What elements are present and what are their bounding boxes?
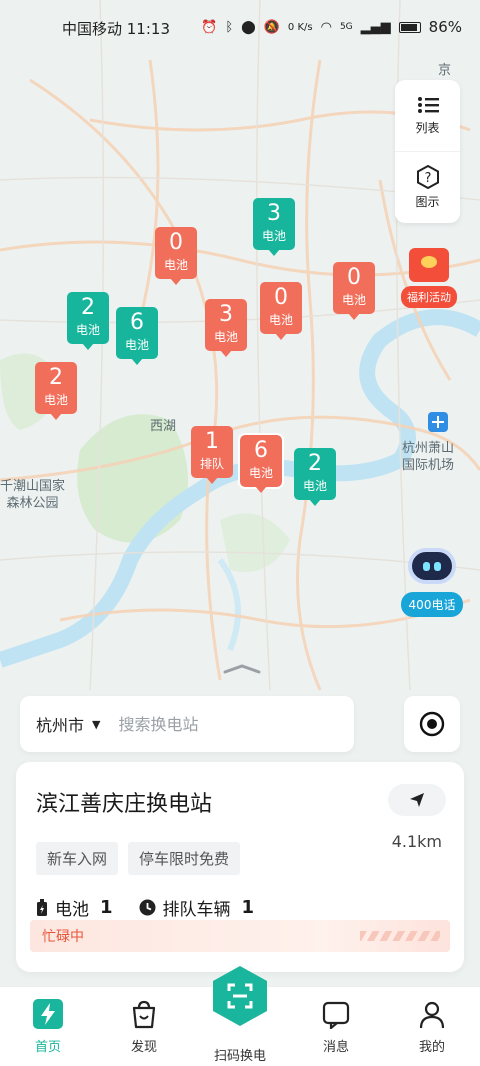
status-text: 忙碌中	[42, 929, 84, 945]
station-pin[interactable]: 0 电池	[260, 282, 302, 340]
tab-messages[interactable]: 消息	[288, 987, 384, 1066]
map-label-forest-park: 千潮山国家 森林公园	[0, 479, 66, 511]
station-pin-selected[interactable]: 6 电池	[238, 433, 284, 493]
station-pin[interactable]: 3 电池	[205, 299, 247, 357]
status-stripes	[360, 931, 440, 941]
tab-label: 发现	[130, 1040, 157, 1055]
station-card[interactable]: 滨江善庆庄换电站 4.1km 新车入网 停车限时免费 电池 1 排队车辆 1 忙…	[16, 762, 464, 972]
location-icon: ⬤	[241, 19, 256, 35]
legend-label: 图示	[415, 195, 440, 209]
wifi-icon: ◠	[320, 19, 332, 35]
station-pin[interactable]: 6 电池	[116, 307, 158, 365]
station-stats: 电池 1 排队车辆 1	[36, 895, 446, 920]
clock-icon	[139, 899, 156, 916]
battery-icon	[37, 898, 47, 916]
search-input[interactable]	[118, 714, 319, 734]
navigate-button[interactable]	[388, 784, 446, 816]
status-bar: 中国移动 11:13 ⏰ ᛒ ⬤ 🔕 0 K/s ◠ 5G ▂▄▆ 86%	[0, 0, 480, 58]
user-icon	[415, 997, 449, 1031]
station-tag: 停车限时免费	[128, 842, 241, 875]
station-tag: 新车入网	[36, 842, 119, 875]
svg-text:?: ?	[424, 171, 431, 186]
tab-profile[interactable]: 我的	[384, 987, 480, 1066]
city-selector[interactable]: 杭州市	[36, 712, 84, 736]
hotline-button[interactable]: 400电话	[397, 548, 467, 620]
map-label-west-lake: 西湖	[150, 419, 177, 434]
status-icons: ⏰ ᛒ ⬤ 🔕 0 K/s ◠ 5G ▂▄▆ 86%	[201, 18, 462, 36]
station-name: 滨江善庆庄换电站	[36, 792, 213, 817]
chevron-down-icon[interactable]: ▼	[92, 718, 100, 731]
station-pin[interactable]: 0 电池	[155, 227, 197, 285]
home-lightning-icon	[31, 997, 65, 1031]
mute-icon: 🔕	[263, 19, 280, 35]
queue-stat-count: 1	[241, 897, 255, 918]
locate-button[interactable]	[404, 696, 460, 752]
tab-label: 扫码换电	[213, 1049, 266, 1064]
tab-label: 首页	[34, 1040, 61, 1055]
tab-label: 消息	[322, 1040, 349, 1055]
list-icon	[417, 97, 439, 113]
discover-bag-icon	[127, 997, 161, 1031]
alarm-icon: ⏰	[201, 19, 218, 35]
hotline-label: 400电话	[400, 592, 464, 617]
battery-stat: 电池 1	[36, 895, 113, 920]
navigation-arrow-icon	[410, 793, 424, 807]
station-tags: 新车入网 停车限时免费	[36, 842, 446, 875]
station-pin[interactable]: 0 电池	[333, 262, 375, 320]
search-bar: 杭州市 ▼	[20, 696, 354, 752]
welfare-activity-button[interactable]: 福利活动	[396, 248, 462, 312]
battery-icon	[398, 21, 421, 33]
message-icon	[319, 997, 353, 1031]
map-label-airport: 杭州萧山 国际机场	[402, 441, 455, 473]
battery-stat-count: 1	[100, 897, 113, 918]
station-pin[interactable]: 2 电池	[294, 448, 336, 506]
status-banner: 忙碌中	[30, 920, 450, 952]
station-pin[interactable]: 1 排队	[191, 426, 233, 484]
map-tools-panel: 列表 ? 图示	[395, 80, 460, 223]
list-label: 列表	[415, 121, 440, 135]
drag-handle[interactable]	[222, 664, 262, 674]
red-envelope-icon	[409, 248, 449, 282]
scan-button[interactable]	[209, 965, 271, 1027]
tab-label: 我的	[418, 1040, 445, 1055]
station-distance: 4.1km	[391, 832, 442, 851]
network-type: 5G	[339, 22, 353, 32]
tab-home[interactable]: 首页	[0, 987, 96, 1066]
station-pin[interactable]: 3 电池	[253, 198, 295, 256]
list-button[interactable]: 列表	[395, 80, 460, 151]
battery-stat-label: 电池	[55, 900, 89, 920]
legend-button[interactable]: ? 图示	[395, 151, 460, 223]
robot-icon	[408, 548, 456, 584]
locate-icon	[419, 711, 445, 737]
station-pin[interactable]: 2 电池	[35, 362, 77, 420]
tab-discover[interactable]: 发现	[96, 987, 192, 1066]
map-label-jing: 京	[438, 63, 452, 78]
bluetooth-icon: ᛒ	[225, 19, 234, 35]
help-icon: ?	[416, 165, 439, 189]
signal-icon: ▂▄▆	[360, 19, 391, 35]
welfare-label: 福利活动	[401, 286, 457, 308]
carrier-time: 中国移动 11:13	[62, 20, 170, 38]
queue-stat: 排队车辆 1	[139, 895, 255, 920]
net-speed: 0 K/s	[287, 21, 313, 33]
battery-percent: 86%	[428, 18, 462, 36]
station-pin[interactable]: 2 电池	[67, 292, 109, 350]
queue-stat-label: 排队车辆	[162, 900, 231, 920]
